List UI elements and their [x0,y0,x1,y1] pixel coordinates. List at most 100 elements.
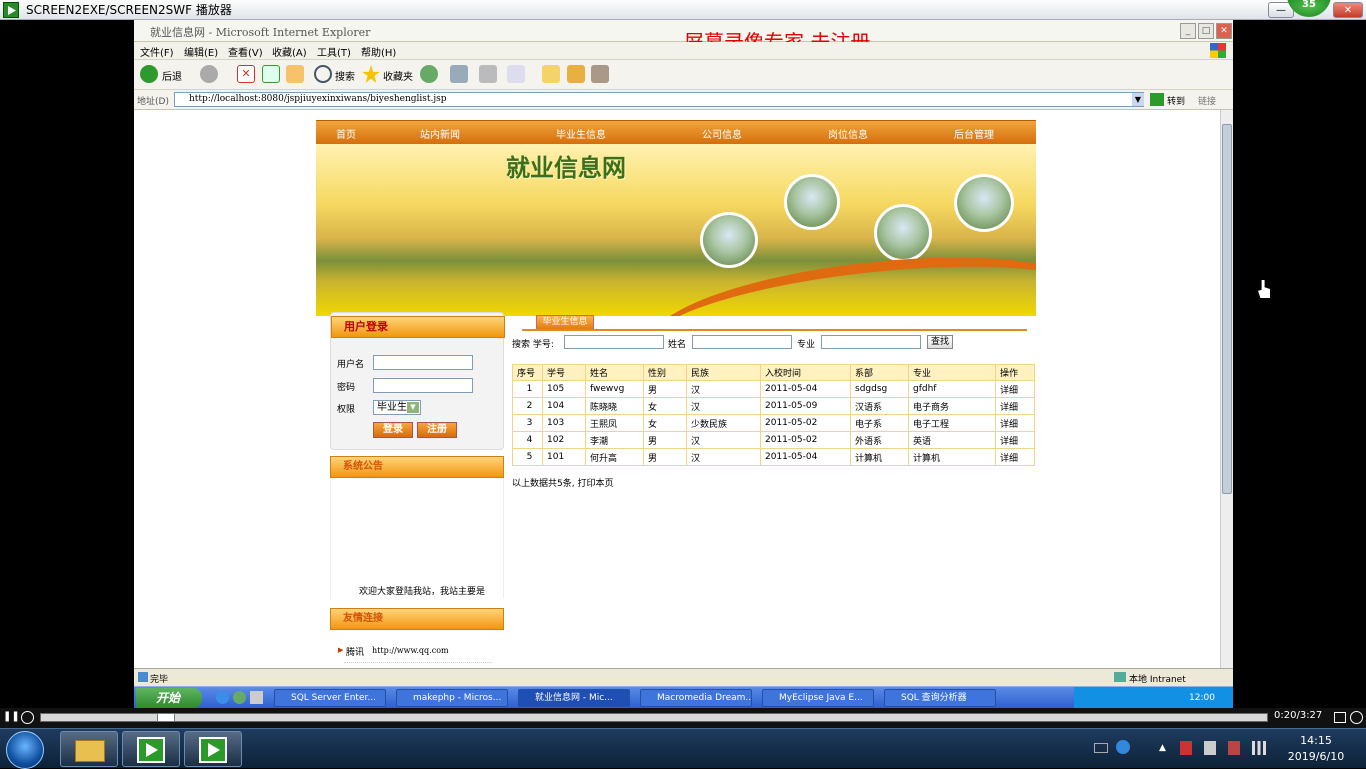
login-header: 用户登录 [331,316,505,338]
notice-header: 系统公告 [330,456,504,478]
banner-photo-3 [874,204,932,262]
history-icon[interactable] [420,65,438,83]
col-index: 序号 [512,364,543,381]
seek-slider[interactable] [40,713,1268,722]
nav-admin[interactable]: 后台管理 [954,126,994,141]
page-scrollbar[interactable] [1220,110,1233,668]
student-name-input[interactable] [692,335,792,349]
ie-close-button[interactable]: ✕ [1216,23,1232,39]
task-makephp[interactable]: makephp - Micros... [396,689,508,707]
clock-time: 14:15 [1300,734,1332,747]
stop-icon[interactable] [21,711,34,724]
volume-icon[interactable] [1204,741,1216,755]
detail-link[interactable]: 详细 [995,414,1035,432]
menu-edit[interactable]: 编辑(E) [184,44,218,59]
table-cell: 女 [643,414,687,432]
menu-tools[interactable]: 工具(T) [317,44,351,59]
username-input[interactable] [373,355,473,370]
favorites-star-icon[interactable] [362,65,380,83]
player-taskbar-button-1[interactable] [122,731,180,767]
col-gender: 性别 [643,364,687,381]
help-icon[interactable] [1116,740,1130,754]
table-summary[interactable]: 以上数据共5条, 打印本页 [512,476,613,489]
nav-graduates[interactable]: 毕业生信息 [556,126,606,141]
password-input[interactable] [373,378,473,393]
win7-clock[interactable]: 14:15 2019/6/10 [1278,733,1354,765]
address-input[interactable]: http://localhost:8080/jspjiuyexinxiwans/… [174,92,1144,107]
links-label[interactable]: 链接 [1198,94,1216,107]
friend-link-url[interactable]: http://www.qq.com [372,646,449,655]
register-button[interactable]: 注册 [417,422,457,438]
menu-help[interactable]: 帮助(H) [361,44,396,59]
detail-link[interactable]: 详细 [995,448,1035,466]
login-button[interactable]: 登录 [373,422,413,438]
menu-view[interactable]: 查看(V) [228,44,263,59]
print-icon[interactable] [479,65,497,83]
scrollbar-thumb[interactable] [1222,124,1232,494]
fullscreen-icon[interactable] [1334,712,1346,723]
friend-link-name[interactable]: 腾讯 [346,645,364,658]
search-button-label[interactable]: 搜索 [335,68,355,83]
task-dreamweaver[interactable]: Macromedia Dream... [640,689,752,707]
detail-link[interactable]: 详细 [995,431,1035,449]
zone-text: 本地 Intranet [1129,675,1186,685]
nav-companies[interactable]: 公司信息 [702,126,742,141]
back-button-label[interactable]: 后退 [162,68,182,83]
back-arrow-icon[interactable] [140,65,158,83]
task-myeclipse[interactable]: MyEclipse Java E... [762,689,874,707]
keyboard-icon[interactable] [1094,743,1108,753]
mail-icon[interactable] [450,65,468,83]
address-label: 地址(D) [137,97,169,107]
messenger-icon[interactable] [591,65,609,83]
student-major-input[interactable] [821,335,921,349]
player-taskbar-button-2[interactable] [184,731,242,767]
role-select[interactable]: 毕业生 ▼ [373,400,421,415]
detail-link[interactable]: 详细 [995,380,1035,398]
xp-clock[interactable]: 12:00 [1189,693,1215,703]
windows-start-orb-icon[interactable] [6,731,44,769]
graduates-tab[interactable]: 毕业生信息 [536,315,594,330]
menu-file[interactable]: 文件(F) [140,44,174,59]
table-row: 3 103 王熙凤女少数民族 2011-05-02 电子系 电子工程 详细 [512,414,1035,432]
task-sql-server[interactable]: SQL Server Enter... [274,689,386,707]
nav-jobs[interactable]: 岗位信息 [828,126,868,141]
security-icon[interactable] [1180,741,1192,755]
explorer-taskbar-button[interactable] [60,731,118,767]
win7-taskbar: ▲ 14:15 2019/6/10 [0,728,1366,769]
task-employment-site[interactable]: 就业信息网 - Mic... [518,689,630,707]
nav-news[interactable]: 站内新闻 [420,126,460,141]
media-quicklaunch-icon[interactable] [250,691,263,704]
search-row: 搜索 学号: 姓名 专业 查找 [512,335,1032,353]
task-sql-query[interactable]: SQL 查询分析器 [884,689,996,707]
address-dropdown-icon[interactable]: ▼ [1132,93,1144,106]
edit-icon[interactable] [507,65,525,83]
stop-icon[interactable]: ✕ [237,65,255,83]
forward-arrow-icon[interactable] [200,65,218,83]
menu-favorites[interactable]: 收藏(A) [272,44,307,59]
student-id-input[interactable] [564,335,664,349]
ie-restore-button[interactable]: □ [1198,23,1214,39]
player-close-button[interactable]: ✕ [1333,2,1363,18]
show-hidden-icons-icon[interactable]: ▲ [1159,743,1166,753]
discuss-icon[interactable] [542,65,560,83]
start-button[interactable]: 开始 [136,688,202,708]
detail-link[interactable]: 详细 [995,397,1035,415]
desktop-quicklaunch-icon[interactable] [233,691,246,704]
table-cell: 103 [542,414,586,432]
find-button[interactable]: 查找 [927,335,953,349]
go-button-label[interactable]: 转到 [1167,94,1185,107]
ie-quicklaunch-icon[interactable] [216,691,229,704]
search-icon[interactable] [314,65,332,83]
favorites-button-label[interactable]: 收藏夹 [383,68,413,83]
go-arrow-icon[interactable] [1150,93,1164,106]
ie-minimize-button[interactable]: _ [1180,23,1196,39]
network-warning-icon[interactable] [1228,741,1240,755]
folder-icon[interactable] [567,65,585,83]
pause-icon[interactable]: ❚❚ [3,711,20,724]
home-icon[interactable] [286,65,304,83]
info-icon[interactable] [1350,711,1363,724]
signal-icon[interactable] [1252,741,1266,755]
nav-home[interactable]: 首页 [336,126,356,141]
refresh-icon[interactable] [262,65,280,83]
seek-thumb[interactable] [157,713,175,722]
